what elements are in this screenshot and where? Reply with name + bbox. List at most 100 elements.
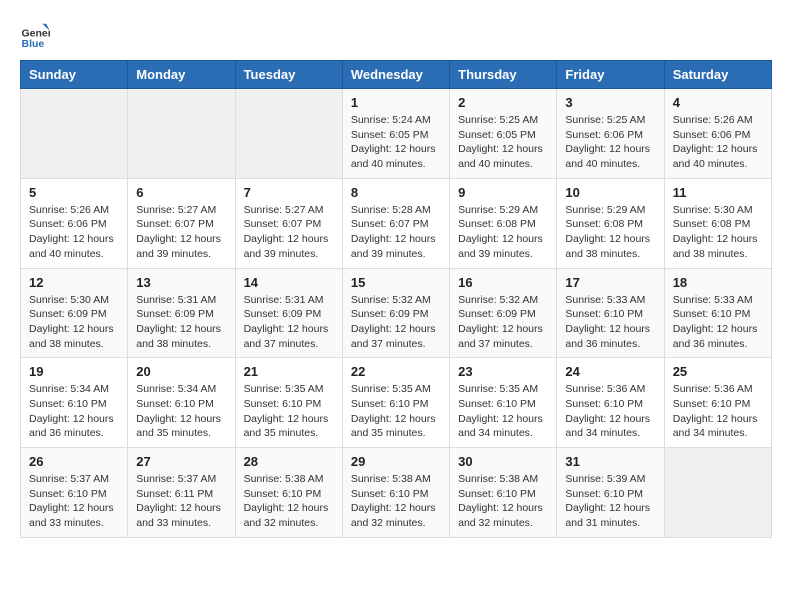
page-header: General Blue	[20, 20, 772, 50]
calendar-cell: 24 Sunrise: 5:36 AMSunset: 6:10 PMDayligh…	[557, 358, 664, 448]
calendar-cell: 7 Sunrise: 5:27 AMSunset: 6:07 PMDaylight…	[235, 178, 342, 268]
day-number: 1	[351, 95, 441, 110]
calendar-cell: 30 Sunrise: 5:38 AMSunset: 6:10 PMDayligh…	[450, 448, 557, 538]
calendar-cell: 21 Sunrise: 5:35 AMSunset: 6:10 PMDayligh…	[235, 358, 342, 448]
day-info: Sunrise: 5:37 AMSunset: 6:11 PMDaylight:…	[136, 472, 226, 531]
day-info: Sunrise: 5:35 AMSunset: 6:10 PMDaylight:…	[458, 382, 548, 441]
calendar-cell: 16Sunrise: 5:32 AMSunset: 6:09 PMDayligh…	[450, 268, 557, 358]
day-info: Sunrise: 5:33 AMSunset: 6:10 PMDaylight:…	[673, 293, 763, 352]
calendar-week-3: 12Sunrise: 5:30 AMSunset: 6:09 PMDayligh…	[21, 268, 772, 358]
calendar-week-5: 26 Sunrise: 5:37 AMSunset: 6:10 PMDayligh…	[21, 448, 772, 538]
logo-icon: General Blue	[20, 20, 50, 50]
calendar-cell: 20 Sunrise: 5:34 AMSunset: 6:10 PMDayligh…	[128, 358, 235, 448]
calendar-cell: 25 Sunrise: 5:36 AMSunset: 6:10 PMDayligh…	[664, 358, 771, 448]
day-number: 21	[244, 364, 334, 379]
calendar-cell: 15 Sunrise: 5:32 AMSunset: 6:09 PMDayligh…	[342, 268, 449, 358]
day-number: 25	[673, 364, 763, 379]
day-info: Sunrise: 5:36 AMSunset: 6:10 PMDaylight:…	[673, 382, 763, 441]
day-number: 3	[565, 95, 655, 110]
day-info: Sunrise: 5:35 AMSunset: 6:10 PMDaylight:…	[244, 382, 334, 441]
calendar-cell: 5 Sunrise: 5:26 AMSunset: 6:06 PMDaylight…	[21, 178, 128, 268]
day-number: 14	[244, 275, 334, 290]
calendar-week-2: 5 Sunrise: 5:26 AMSunset: 6:06 PMDaylight…	[21, 178, 772, 268]
day-number: 2	[458, 95, 548, 110]
day-info: Sunrise: 5:34 AMSunset: 6:10 PMDaylight:…	[29, 382, 119, 441]
calendar-cell: 23Sunrise: 5:35 AMSunset: 6:10 PMDayligh…	[450, 358, 557, 448]
day-info: Sunrise: 5:27 AMSunset: 6:07 PMDaylight:…	[244, 203, 334, 262]
weekday-header-saturday: Saturday	[664, 61, 771, 89]
day-number: 4	[673, 95, 763, 110]
calendar-cell: 4Sunrise: 5:26 AMSunset: 6:06 PMDaylight…	[664, 89, 771, 179]
day-number: 8	[351, 185, 441, 200]
day-number: 13	[136, 275, 226, 290]
calendar-cell: 22Sunrise: 5:35 AMSunset: 6:10 PMDayligh…	[342, 358, 449, 448]
calendar-cell: 26 Sunrise: 5:37 AMSunset: 6:10 PMDayligh…	[21, 448, 128, 538]
day-info: Sunrise: 5:27 AMSunset: 6:07 PMDaylight:…	[136, 203, 226, 262]
day-info: Sunrise: 5:31 AMSunset: 6:09 PMDaylight:…	[136, 293, 226, 352]
day-info: Sunrise: 5:35 AMSunset: 6:10 PMDaylight:…	[351, 382, 441, 441]
calendar-cell: 9Sunrise: 5:29 AMSunset: 6:08 PMDaylight…	[450, 178, 557, 268]
calendar-cell: 2 Sunrise: 5:25 AMSunset: 6:05 PMDaylight…	[450, 89, 557, 179]
day-info: Sunrise: 5:37 AMSunset: 6:10 PMDaylight:…	[29, 472, 119, 531]
day-number: 9	[458, 185, 548, 200]
day-info: Sunrise: 5:25 AMSunset: 6:05 PMDaylight:…	[458, 113, 548, 172]
calendar-cell: 10 Sunrise: 5:29 AMSunset: 6:08 PMDayligh…	[557, 178, 664, 268]
day-info: Sunrise: 5:32 AMSunset: 6:09 PMDaylight:…	[351, 293, 441, 352]
day-number: 11	[673, 185, 763, 200]
day-info: Sunrise: 5:32 AMSunset: 6:09 PMDaylight:…	[458, 293, 548, 352]
calendar-cell	[235, 89, 342, 179]
weekday-header-row: SundayMondayTuesdayWednesdayThursdayFrid…	[21, 61, 772, 89]
calendar-cell: 13 Sunrise: 5:31 AMSunset: 6:09 PMDayligh…	[128, 268, 235, 358]
day-info: Sunrise: 5:39 AMSunset: 6:10 PMDaylight:…	[565, 472, 655, 531]
day-info: Sunrise: 5:38 AMSunset: 6:10 PMDaylight:…	[458, 472, 548, 531]
calendar-cell: 14 Sunrise: 5:31 AMSunset: 6:09 PMDayligh…	[235, 268, 342, 358]
weekday-header-tuesday: Tuesday	[235, 61, 342, 89]
weekday-header-wednesday: Wednesday	[342, 61, 449, 89]
day-info: Sunrise: 5:29 AMSunset: 6:08 PMDaylight:…	[565, 203, 655, 262]
day-info: Sunrise: 5:36 AMSunset: 6:10 PMDaylight:…	[565, 382, 655, 441]
day-number: 30	[458, 454, 548, 469]
day-number: 20	[136, 364, 226, 379]
day-number: 31	[565, 454, 655, 469]
calendar-cell: 31 Sunrise: 5:39 AMSunset: 6:10 PMDayligh…	[557, 448, 664, 538]
day-info: Sunrise: 5:33 AMSunset: 6:10 PMDaylight:…	[565, 293, 655, 352]
calendar-cell: 12Sunrise: 5:30 AMSunset: 6:09 PMDayligh…	[21, 268, 128, 358]
calendar-cell: 1 Sunrise: 5:24 AMSunset: 6:05 PMDaylight…	[342, 89, 449, 179]
day-number: 27	[136, 454, 226, 469]
weekday-header-thursday: Thursday	[450, 61, 557, 89]
calendar-cell: 8 Sunrise: 5:28 AMSunset: 6:07 PMDaylight…	[342, 178, 449, 268]
weekday-header-monday: Monday	[128, 61, 235, 89]
day-number: 7	[244, 185, 334, 200]
day-number: 24	[565, 364, 655, 379]
weekday-header-friday: Friday	[557, 61, 664, 89]
calendar-cell: 18Sunrise: 5:33 AMSunset: 6:10 PMDayligh…	[664, 268, 771, 358]
day-info: Sunrise: 5:31 AMSunset: 6:09 PMDaylight:…	[244, 293, 334, 352]
day-number: 12	[29, 275, 119, 290]
day-info: Sunrise: 5:38 AMSunset: 6:10 PMDaylight:…	[351, 472, 441, 531]
day-info: Sunrise: 5:25 AMSunset: 6:06 PMDaylight:…	[565, 113, 655, 172]
day-info: Sunrise: 5:34 AMSunset: 6:10 PMDaylight:…	[136, 382, 226, 441]
day-info: Sunrise: 5:24 AMSunset: 6:05 PMDaylight:…	[351, 113, 441, 172]
calendar-table: SundayMondayTuesdayWednesdayThursdayFrid…	[20, 60, 772, 538]
calendar-cell: 27 Sunrise: 5:37 AMSunset: 6:11 PMDayligh…	[128, 448, 235, 538]
calendar-cell	[664, 448, 771, 538]
day-number: 6	[136, 185, 226, 200]
calendar-cell	[128, 89, 235, 179]
calendar-cell: 6 Sunrise: 5:27 AMSunset: 6:07 PMDaylight…	[128, 178, 235, 268]
day-number: 5	[29, 185, 119, 200]
day-number: 19	[29, 364, 119, 379]
calendar-cell: 29 Sunrise: 5:38 AMSunset: 6:10 PMDayligh…	[342, 448, 449, 538]
day-info: Sunrise: 5:30 AMSunset: 6:08 PMDaylight:…	[673, 203, 763, 262]
logo: General Blue	[20, 20, 54, 50]
calendar-cell: 28Sunrise: 5:38 AMSunset: 6:10 PMDayligh…	[235, 448, 342, 538]
day-number: 26	[29, 454, 119, 469]
day-number: 29	[351, 454, 441, 469]
calendar-week-4: 19 Sunrise: 5:34 AMSunset: 6:10 PMDayligh…	[21, 358, 772, 448]
day-number: 10	[565, 185, 655, 200]
calendar-cell: 17Sunrise: 5:33 AMSunset: 6:10 PMDayligh…	[557, 268, 664, 358]
day-info: Sunrise: 5:28 AMSunset: 6:07 PMDaylight:…	[351, 203, 441, 262]
weekday-header-sunday: Sunday	[21, 61, 128, 89]
day-info: Sunrise: 5:38 AMSunset: 6:10 PMDaylight:…	[244, 472, 334, 531]
day-info: Sunrise: 5:26 AMSunset: 6:06 PMDaylight:…	[29, 203, 119, 262]
day-number: 15	[351, 275, 441, 290]
